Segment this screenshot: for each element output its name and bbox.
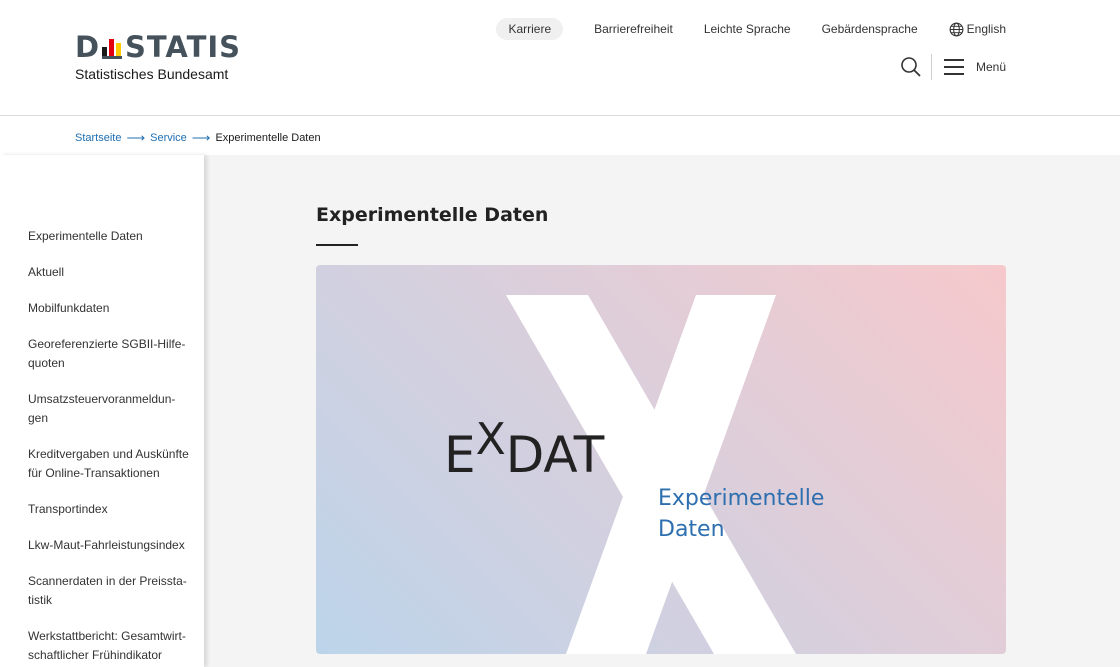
hero-subtitle: Experimentelle Daten xyxy=(658,483,824,545)
exdat-hero-image: EXDAT Experimentelle Daten xyxy=(316,265,1006,654)
menu-label[interactable]: Menü xyxy=(976,60,1006,74)
sidebar-item-umsatzsteuervoranmeldungen[interactable]: Umsatzsteuervoranmeldun-gen xyxy=(0,390,204,428)
exdat-wordmark: EXDAT xyxy=(444,414,605,488)
breadcrumb-current: Experimentelle Daten xyxy=(215,132,321,144)
logo-letter-d: D xyxy=(75,30,100,64)
exdat-letter-x: X xyxy=(475,414,506,465)
nav-language-label: English xyxy=(966,22,1006,36)
nav-gebaerdensprache[interactable]: Gebärdensprache xyxy=(822,22,918,36)
destatis-logo[interactable]: D STATIS Statistisches Bundesamt xyxy=(75,30,240,82)
site-header: D STATIS Statistisches Bundesamt Karrier… xyxy=(0,0,1120,116)
breadcrumb-link-startseite[interactable]: Startseite xyxy=(75,132,121,144)
logo-flag-icon xyxy=(102,39,122,59)
hamburger-menu-icon[interactable] xyxy=(943,59,964,75)
title-underline xyxy=(316,244,358,246)
sidebar-item-aktuell[interactable]: Aktuell xyxy=(0,263,204,282)
sidebar-navigation: Experimentelle Daten Aktuell Mobilfunkda… xyxy=(0,155,204,667)
globe-icon xyxy=(949,22,964,36)
sidebar-item-experimentelle-daten[interactable]: Experimentelle Daten xyxy=(0,227,204,246)
sidebar-list: Experimentelle Daten Aktuell Mobilfunkda… xyxy=(0,227,204,667)
sidebar-item-lkw-maut[interactable]: Lkw-Maut-Fahrleistungsindex xyxy=(0,536,204,555)
header-tools: Menü xyxy=(899,54,1006,80)
logo-subtitle: Statistisches Bundesamt xyxy=(75,66,229,82)
sidebar-item-kreditvergaben[interactable]: Kreditvergaben und Auskünfte für Online-… xyxy=(0,445,204,483)
sidebar-item-transportindex[interactable]: Transportindex xyxy=(0,500,204,519)
logo-letters-statis: STATIS xyxy=(125,30,242,64)
exdat-letters-dat: DAT xyxy=(505,426,605,484)
nav-language-english[interactable]: English xyxy=(949,22,1006,37)
page-title: Experimentelle Daten xyxy=(316,204,549,226)
sidebar-item-werkstattbericht[interactable]: Werkstattbericht: Gesamtwirt-schaftliche… xyxy=(0,627,204,665)
sidebar-item-scannerdaten[interactable]: Scannerdaten in der Preissta-tistik xyxy=(0,572,204,610)
search-icon[interactable] xyxy=(899,55,923,79)
sidebar-item-sgbii-hilfequoten[interactable]: Georeferenzierte SGBII-Hilfe-quoten xyxy=(0,335,204,373)
hero-subtitle-line1: Experimentelle xyxy=(658,486,825,511)
nav-barrierefreiheit[interactable]: Barrierefreiheit xyxy=(594,22,673,36)
arrow-right-icon: ⟶ xyxy=(126,130,146,145)
tools-divider xyxy=(930,54,932,80)
logo-wordmark: D STATIS xyxy=(75,30,240,64)
large-x-graphic xyxy=(506,295,796,654)
breadcrumb-link-service[interactable]: Service xyxy=(150,132,187,144)
nav-karriere[interactable]: Karriere xyxy=(496,18,564,40)
top-navigation: Karriere Barrierefreiheit Leichte Sprach… xyxy=(496,18,1006,40)
nav-leichte-sprache[interactable]: Leichte Sprache xyxy=(704,22,791,36)
exdat-letter-e: E xyxy=(444,426,476,484)
arrow-right-icon: ⟶ xyxy=(191,130,211,145)
breadcrumb: Startseite ⟶ Service ⟶ Experimentelle Da… xyxy=(75,130,321,146)
sidebar-item-mobilfunkdaten[interactable]: Mobilfunkdaten xyxy=(0,299,204,318)
hero-subtitle-line2: Daten xyxy=(658,517,725,542)
